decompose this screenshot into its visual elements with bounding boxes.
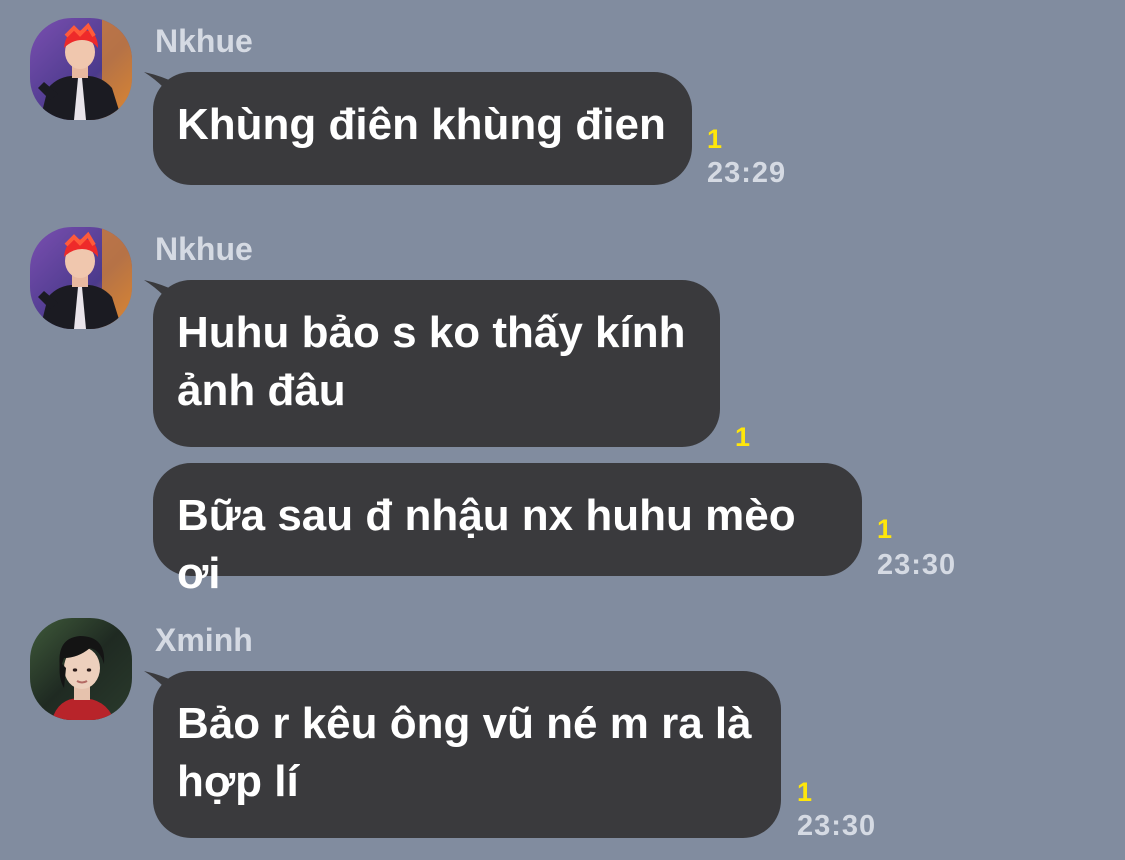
message-bubble[interactable]: Huhu bảo s ko thấy kính ảnh đâu (153, 280, 720, 447)
unread-count: 1 (877, 514, 893, 544)
avatar[interactable] (30, 18, 132, 120)
message-time: 23:30 (797, 810, 877, 842)
message-time: 23:29 (707, 157, 787, 189)
unread-count: 1 (707, 124, 723, 154)
message-time: 23:30 (877, 549, 957, 581)
unread-count: 1 (797, 777, 813, 807)
sender-name: Nkhue (155, 231, 253, 267)
unread-count: 1 (735, 422, 751, 452)
avatar[interactable] (30, 227, 132, 329)
sender-name: Nkhue (155, 23, 253, 59)
message-bubble[interactable]: Bảo r kêu ông vũ né m ra là hợp lí (153, 671, 781, 838)
message-bubble[interactable]: Bữa sau đ nhậu nx huhu mèo ơi (153, 463, 862, 598)
sender-name: Xminh (155, 622, 253, 658)
avatar[interactable] (30, 618, 132, 720)
message-bubble[interactable]: Khùng điên khùng đien (153, 72, 692, 185)
